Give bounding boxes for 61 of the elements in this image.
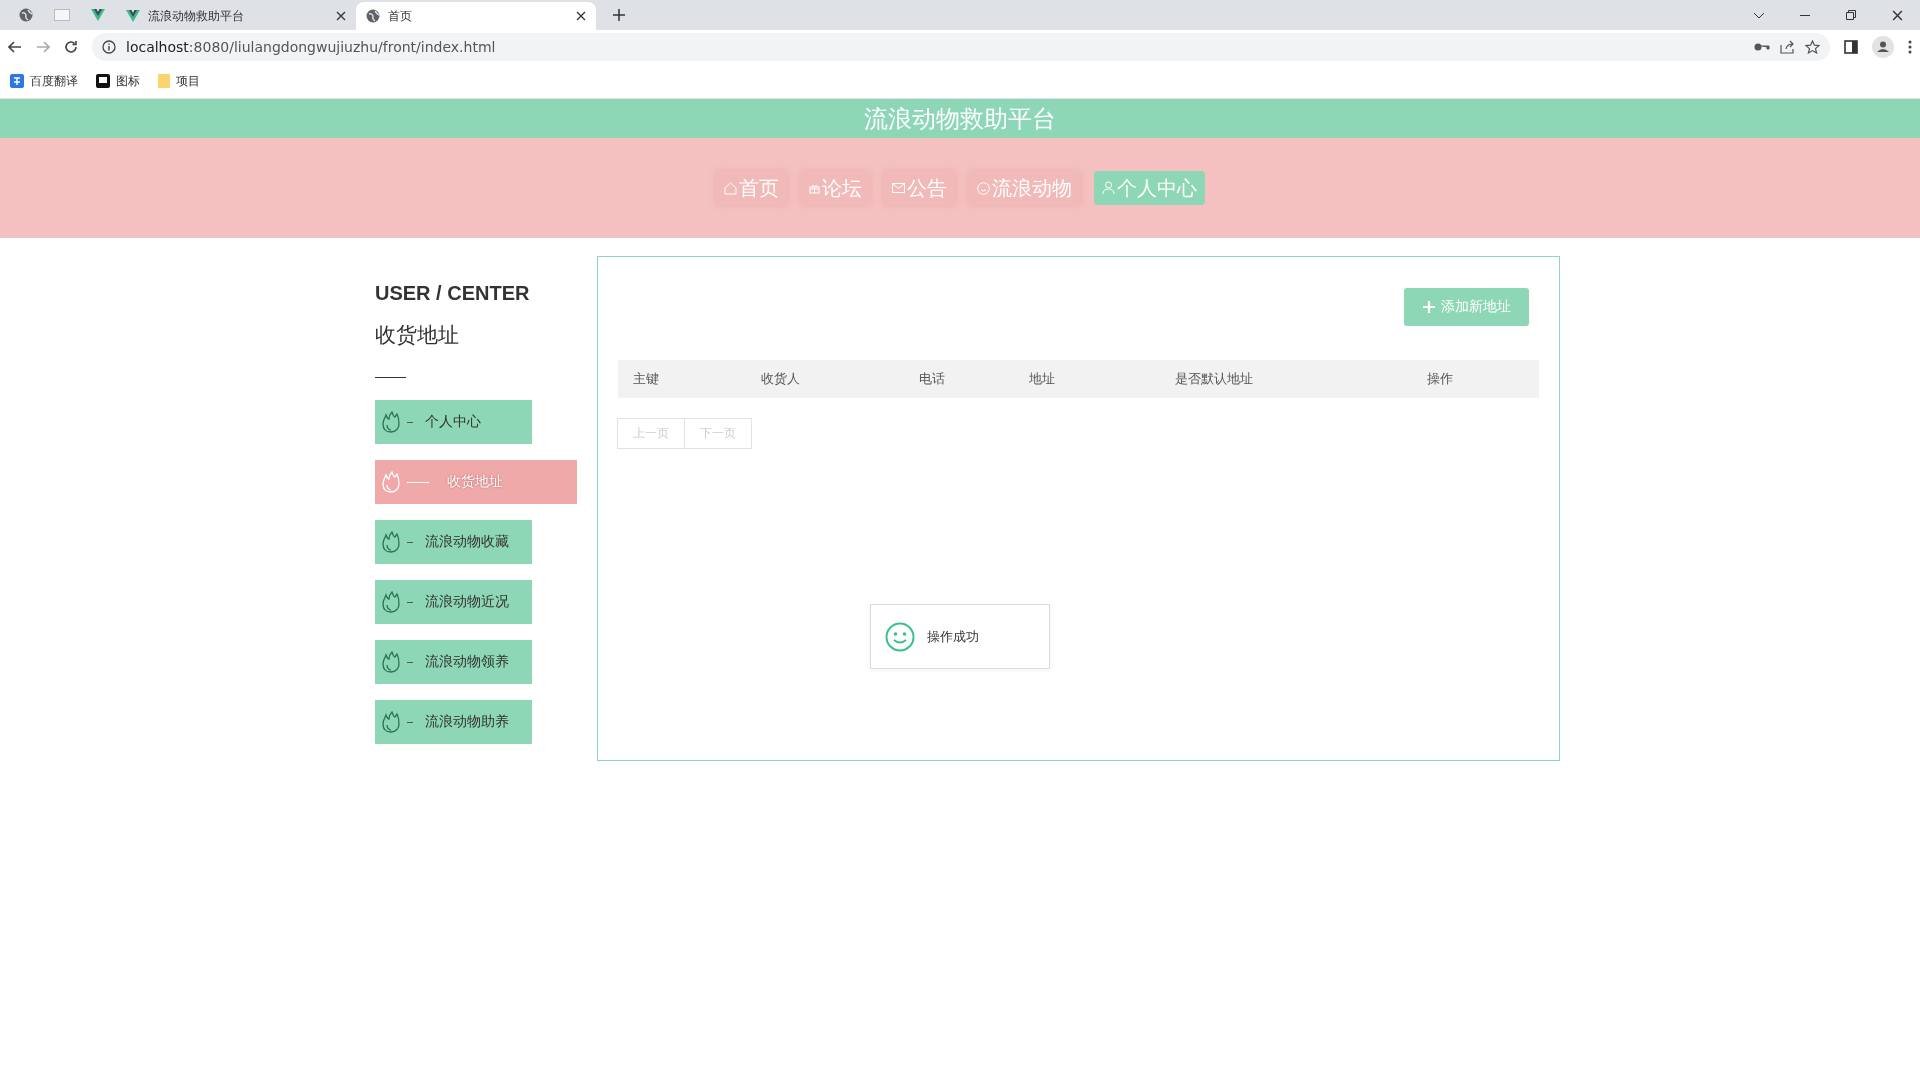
- column-header: 操作: [1426, 370, 1454, 388]
- column-header: 主键: [632, 370, 660, 388]
- flame-icon: [381, 591, 401, 613]
- column-header: 地址: [1028, 370, 1056, 388]
- site-title: 流浪动物救助平台: [864, 103, 1056, 135]
- flame-icon: [381, 651, 401, 673]
- chevron-down-icon[interactable]: [1753, 11, 1765, 19]
- bookmark[interactable]: 项目: [158, 72, 200, 90]
- flame-icon: [381, 531, 401, 553]
- column-header: 是否默认地址: [1174, 370, 1254, 388]
- user-icon: [1101, 181, 1115, 195]
- gift-icon: [808, 182, 820, 194]
- smile-icon: [976, 181, 990, 195]
- folder-icon: [158, 74, 170, 88]
- flame-icon: [381, 471, 401, 493]
- home-icon: [723, 181, 737, 195]
- reload-icon[interactable]: [64, 40, 78, 54]
- section-heading: USER / CENTER: [375, 282, 531, 305]
- close-icon[interactable]: [576, 11, 586, 21]
- back-icon[interactable]: [8, 41, 22, 53]
- minimize-icon[interactable]: [1800, 14, 1810, 16]
- smile-icon: [885, 621, 915, 652]
- v-logo-icon: [126, 10, 140, 22]
- info-icon: [102, 40, 116, 54]
- url-text: localhost:8080/liulangdongwujiuzhu/front/index.html: [126, 39, 496, 55]
- key-icon[interactable]: [1754, 42, 1770, 52]
- plus-icon[interactable]: [613, 9, 625, 21]
- sidebar-item[interactable]: 流浪动物近况: [375, 580, 532, 624]
- flag-icon: [96, 74, 110, 88]
- sidebar-item[interactable]: 个人中心: [375, 400, 532, 444]
- tab-title: 首页: [388, 7, 413, 25]
- browser-tab[interactable]: 首页: [356, 2, 596, 30]
- share-icon[interactable]: [1780, 40, 1795, 54]
- sidebar-item[interactable]: 流浪动物收藏: [375, 520, 532, 564]
- sidebar-item[interactable]: 流浪动物助养: [375, 700, 532, 744]
- globe-icon: [19, 8, 33, 22]
- star-icon[interactable]: [1805, 40, 1820, 54]
- restore-icon[interactable]: [1846, 10, 1856, 20]
- profile-icon[interactable]: [1872, 36, 1894, 58]
- bookmark[interactable]: 图标: [96, 72, 140, 90]
- translate-icon: [10, 74, 24, 88]
- address-bar[interactable]: localhost:8080/liulangdongwujiuzhu/front/index.html: [92, 33, 1830, 61]
- section-subtitle: 收货地址: [375, 322, 460, 349]
- side-panel-icon[interactable]: [1844, 40, 1858, 54]
- tab-title: 流浪动物救助平台: [148, 7, 245, 25]
- toast-message: 操作成功: [927, 627, 979, 646]
- bookmark[interactable]: 百度翻译: [10, 72, 78, 90]
- globe-icon: [366, 9, 380, 23]
- page-icon: [54, 9, 70, 21]
- column-header: 电话: [918, 370, 946, 388]
- close-icon[interactable]: [1891, 9, 1903, 21]
- flame-icon: [381, 411, 401, 433]
- close-icon[interactable]: [336, 11, 346, 21]
- column-header: 收货人: [760, 370, 801, 388]
- sidebar-item[interactable]: 流浪动物领养: [375, 640, 532, 684]
- v-logo-icon: [91, 9, 105, 21]
- flame-icon: [381, 711, 401, 733]
- mail-icon: [891, 183, 905, 193]
- menu-icon[interactable]: [1908, 40, 1912, 54]
- browser-tab[interactable]: 流浪动物救助平台: [116, 2, 356, 30]
- plus-icon: [1422, 301, 1435, 313]
